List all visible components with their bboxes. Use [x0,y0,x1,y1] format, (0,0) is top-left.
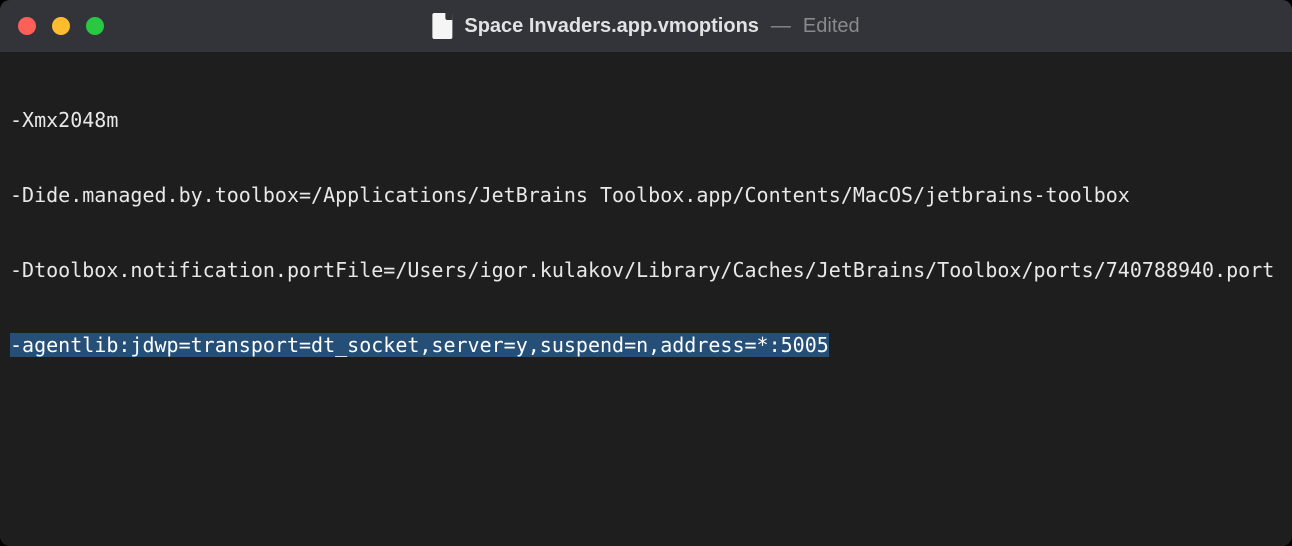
zoom-button[interactable] [86,17,104,35]
editor-line-selected[interactable]: -agentlib:jdwp=transport=dt_socket,serve… [10,333,1282,358]
minimize-button[interactable] [52,17,70,35]
traffic-lights [18,17,104,35]
titlebar[interactable]: Space Invaders.app.vmoptions — Edited [0,0,1292,52]
document-status: Edited [803,15,860,38]
editor-line[interactable]: -Dide.managed.by.toolbox=/Applications/J… [10,183,1282,208]
editor-content[interactable]: -Xmx2048m -Dide.managed.by.toolbox=/Appl… [0,52,1292,546]
editor-line[interactable]: -Xmx2048m [10,108,1282,133]
title-separator: — [771,15,791,38]
document-filename: Space Invaders.app.vmoptions [464,15,759,38]
file-icon [432,13,452,39]
close-button[interactable] [18,17,36,35]
title-wrap: Space Invaders.app.vmoptions — Edited [432,13,859,39]
text-editor-window: Space Invaders.app.vmoptions — Edited -X… [0,0,1292,546]
editor-line[interactable]: -Dtoolbox.notification.portFile=/Users/i… [10,258,1282,283]
